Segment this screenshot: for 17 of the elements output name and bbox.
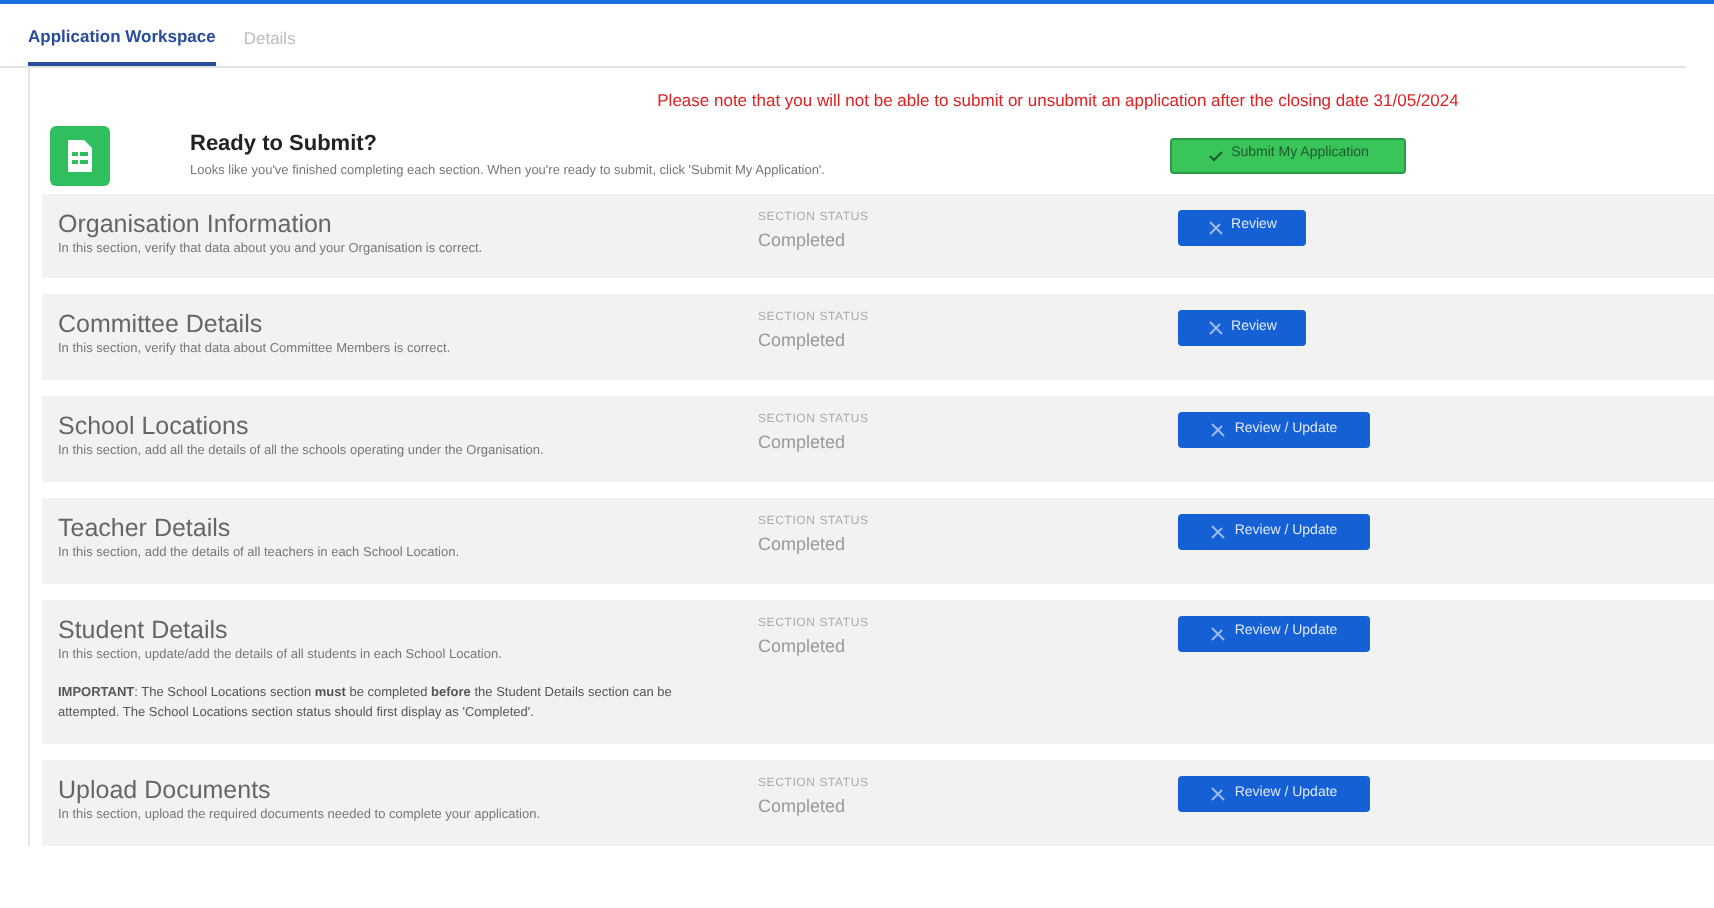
closing-date-notice: Please note that you will not be able to submit or unsubmit an application after the closing date 31/05/2024 <box>655 87 1461 113</box>
section-title: Organisation Information <box>58 209 334 239</box>
check-icon <box>1207 147 1224 163</box>
tab[interactable]: Application Workspace <box>28 20 216 66</box>
status-value: Completed <box>758 328 848 355</box>
status-value: Completed <box>758 430 848 456</box>
ready-title: Ready to Submit? <box>190 130 380 161</box>
section-title: Student Details <box>58 615 230 645</box>
document-icon <box>50 125 110 185</box>
section-title: School Locations <box>58 412 251 442</box>
section-title: Upload Documents <box>58 775 273 806</box>
status-value: Completed <box>758 227 848 254</box>
status-value: Completed <box>758 633 848 660</box>
status-value: Completed <box>758 531 848 558</box>
status-value: Completed <box>758 793 848 820</box>
section-title: Teacher Details <box>58 513 233 544</box>
section-title: Committee Details <box>58 310 265 341</box>
